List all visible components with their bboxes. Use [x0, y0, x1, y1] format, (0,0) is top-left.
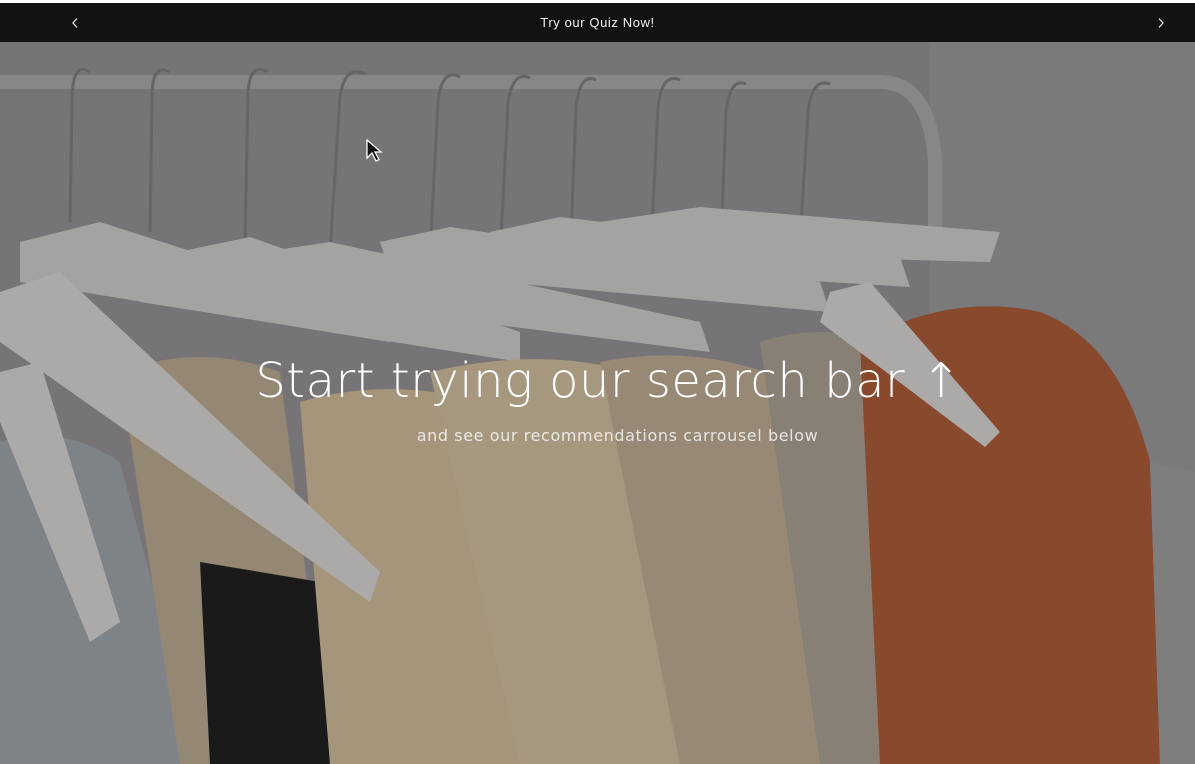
- chevron-right-icon: [1158, 17, 1164, 28]
- mouse-cursor-icon: [366, 139, 383, 162]
- announcement-bar: Try our Quiz Now!: [0, 3, 1195, 42]
- hero-banner: Start trying our search bar ↑ and see ou…: [0, 42, 1195, 764]
- announcement-next-button[interactable]: [1141, 3, 1181, 42]
- hero-subheading: and see our recommendations carrousel be…: [416, 426, 819, 445]
- chevron-left-icon: [72, 17, 78, 28]
- announcement-prev-button[interactable]: [55, 3, 95, 42]
- hero-content: Start trying our search bar ↑ and see ou…: [0, 350, 1195, 445]
- hero-heading: Start trying our search bar ↑: [255, 353, 962, 409]
- announcement-message-link[interactable]: Try our Quiz Now!: [540, 15, 654, 30]
